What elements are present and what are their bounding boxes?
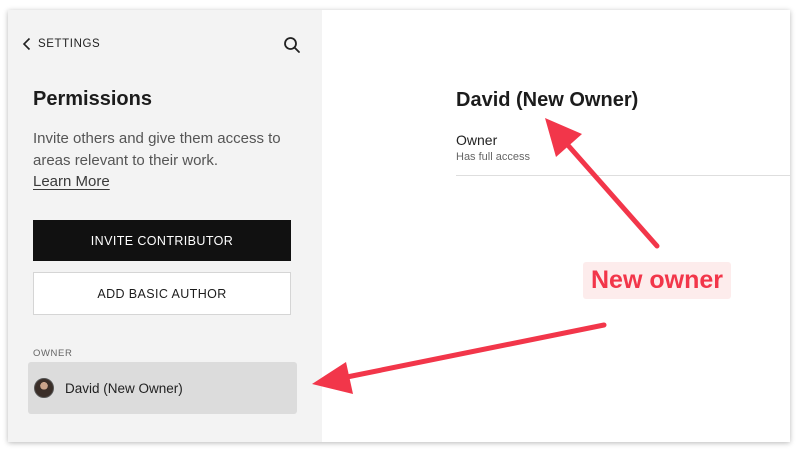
back-to-settings-link[interactable]: SETTINGS: [22, 37, 100, 51]
search-button[interactable]: [282, 35, 302, 55]
learn-more-link[interactable]: Learn More: [33, 173, 110, 190]
owner-name: David (New Owner): [65, 380, 183, 396]
settings-sidebar: SETTINGS Permissions Invite others and g…: [8, 10, 322, 442]
divider: [456, 175, 790, 176]
chevron-left-icon: [22, 37, 31, 51]
member-detail-title: David (New Owner): [456, 89, 639, 111]
app-window: SETTINGS Permissions Invite others and g…: [8, 10, 790, 442]
add-basic-author-button[interactable]: ADD BASIC AUTHOR: [33, 272, 291, 315]
permissions-description: Invite others and give them access to ar…: [33, 128, 303, 193]
invite-contributor-button[interactable]: INVITE CONTRIBUTOR: [33, 220, 291, 261]
role-description: Has full access: [456, 151, 530, 163]
member-detail-panel: David (New Owner) Owner Has full access: [322, 10, 790, 442]
back-link-label: SETTINGS: [38, 38, 101, 50]
search-icon: [284, 37, 300, 53]
annotation-label: New owner: [583, 262, 731, 299]
owner-section-label: OWNER: [33, 348, 73, 359]
role-name: Owner: [456, 132, 498, 148]
description-text: Invite others and give them access to ar…: [33, 130, 281, 169]
owner-list-item[interactable]: David (New Owner): [28, 362, 297, 414]
page-title: Permissions: [33, 88, 152, 110]
avatar: [34, 378, 54, 398]
